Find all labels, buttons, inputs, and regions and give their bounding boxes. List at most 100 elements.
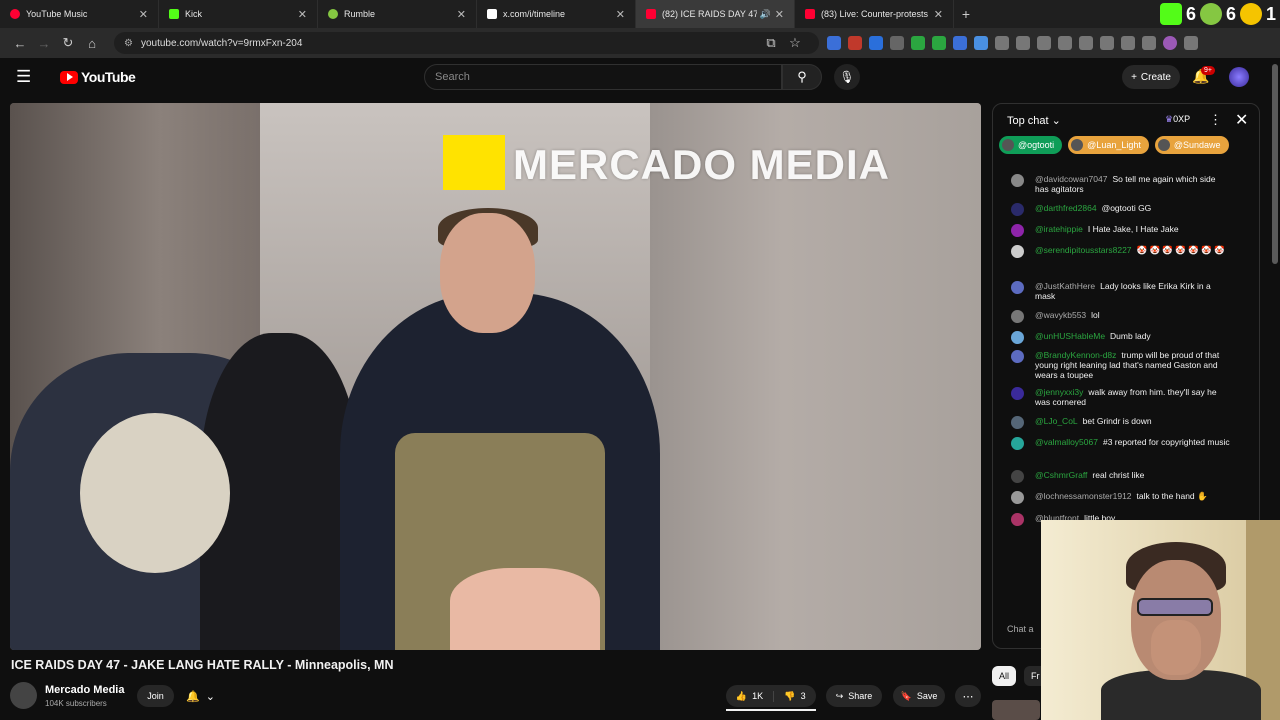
chat-username[interactable]: @jennyxxi3y: [1035, 387, 1083, 397]
tab-ice-raids-video[interactable]: (82) ICE RAIDS DAY 47 - JA🔊 ✕: [636, 0, 795, 28]
pinned-user[interactable]: @ogtooti: [999, 136, 1063, 154]
extension-icon[interactable]: [1142, 36, 1156, 50]
close-tab-icon[interactable]: ✕: [775, 8, 784, 21]
join-button[interactable]: Join: [137, 685, 174, 707]
video-title: ICE RAIDS DAY 47 - JAKE LANG HATE RALLY …: [11, 658, 394, 672]
subscription-bell-button[interactable]: 🔔 ⌄: [186, 685, 228, 707]
chat-username[interactable]: @CshmrGraff: [1035, 470, 1087, 480]
more-horizontal-icon: ⋯: [962, 690, 974, 703]
menu-icon[interactable]: [1184, 36, 1198, 50]
new-tab-button[interactable]: +: [954, 6, 978, 22]
chat-username[interactable]: @BrandyKennon-d8z: [1035, 350, 1116, 360]
url-field[interactable]: ⚙ youtube.com/watch?v=9rmxFxn-204: [114, 32, 819, 54]
tab-youtube-music[interactable]: YouTube Music ✕: [0, 0, 159, 28]
tab-x-timeline[interactable]: x.com/i/timeline ✕: [477, 0, 636, 28]
scrollbar-thumb[interactable]: [1272, 64, 1278, 264]
chat-message: @iratehippie I Hate Jake, I Hate Jake: [1011, 224, 1231, 237]
tab-title: (82) ICE RAIDS DAY 47 - JA: [662, 9, 757, 19]
extension-icon[interactable]: [953, 36, 967, 50]
chat-username[interactable]: @darthfred2864: [1035, 203, 1097, 213]
channel-avatar[interactable]: [10, 682, 37, 709]
recommended-video-thumbnail[interactable]: [992, 700, 1040, 720]
dislike-button[interactable]: 👎 3: [774, 691, 816, 702]
webcam-hand: [1151, 620, 1201, 675]
like-count: 1K: [752, 691, 764, 701]
speaker-icon[interactable]: 🔊: [760, 9, 771, 20]
close-tab-icon[interactable]: ✕: [139, 8, 148, 21]
chat-input[interactable]: Chat a: [1007, 624, 1034, 634]
extension-icon[interactable]: [974, 36, 988, 50]
close-tab-icon[interactable]: ✕: [616, 8, 625, 21]
close-tab-icon[interactable]: ✕: [934, 8, 943, 21]
create-label: Create: [1140, 71, 1171, 83]
close-tab-icon[interactable]: ✕: [457, 8, 466, 21]
filter-chip-all[interactable]: All: [992, 666, 1016, 686]
chat-message: @BrandyKennon-d8z trump will be proud of …: [1011, 350, 1231, 380]
profile-icon[interactable]: [1163, 36, 1177, 50]
extension-icon[interactable]: [827, 36, 841, 50]
video-scene-hood: [80, 413, 230, 573]
youtube-logo[interactable]: YouTube: [60, 69, 136, 85]
extension-icon[interactable]: [932, 36, 946, 50]
chat-username[interactable]: @iratehippie: [1035, 224, 1083, 234]
video-player[interactable]: MERCADO MEDIA: [10, 103, 981, 650]
pinned-user[interactable]: @Sundawe: [1154, 136, 1229, 154]
chat-username[interactable]: @valmalloy5067: [1035, 437, 1098, 447]
more-options-icon[interactable]: ⋮: [1209, 112, 1222, 128]
share-button[interactable]: ↪ Share: [826, 685, 882, 707]
reload-icon[interactable]: ↻: [56, 35, 80, 51]
chat-username[interactable]: @davidcowan7047: [1035, 174, 1107, 184]
user-avatar: [1011, 437, 1024, 450]
extension-icon[interactable]: [995, 36, 1009, 50]
home-icon[interactable]: ⌂: [80, 36, 104, 51]
url-text: youtube.com/watch?v=9rmxFxn-204: [140, 37, 303, 49]
chat-mode-dropdown[interactable]: Top chat ⌄: [1007, 114, 1061, 127]
close-chat-icon[interactable]: ✕: [1235, 110, 1248, 130]
chat-username[interactable]: @LJo_CoL: [1035, 416, 1078, 426]
tab-title: Kick: [185, 9, 203, 19]
chat-username[interactable]: @lochnessamonster1912: [1035, 491, 1132, 501]
extension-icon[interactable]: [1121, 36, 1135, 50]
chat-text: talk to the hand ✋: [1136, 491, 1208, 501]
bell-icon: 🔔: [186, 690, 200, 703]
history-icon[interactable]: [1037, 36, 1051, 50]
like-button[interactable]: 👍 1K: [726, 690, 774, 702]
voice-search-button[interactable]: 🎙: [834, 64, 860, 90]
chat-username[interactable]: @serendipitousstars8227: [1035, 245, 1132, 255]
youtube-music-favicon-icon: [10, 9, 20, 19]
search-input[interactable]: Search: [424, 64, 782, 90]
extension-icon[interactable]: [1100, 36, 1114, 50]
chat-message: @LJo_CoL bet Grindr is down: [1011, 416, 1231, 429]
extension-icon[interactable]: [1016, 36, 1030, 50]
install-icon[interactable]: ⧉: [759, 35, 783, 51]
extension-icon[interactable]: [869, 36, 883, 50]
chat-username[interactable]: @JustKathHere: [1035, 281, 1095, 291]
hamburger-menu-icon[interactable]: ☰: [16, 67, 36, 87]
back-icon[interactable]: ←: [8, 36, 32, 51]
chat-username[interactable]: @unHUSHableMe: [1035, 331, 1105, 341]
extension-icon[interactable]: [1058, 36, 1072, 50]
tab-kick[interactable]: Kick ✕: [159, 0, 318, 28]
search-button[interactable]: ⚲: [782, 64, 822, 90]
channel-name[interactable]: Mercado Media: [45, 684, 124, 696]
xp-badge[interactable]: ♛0XP: [1165, 114, 1190, 125]
extension-icon[interactable]: [890, 36, 904, 50]
tab-rumble[interactable]: Rumble ✕: [318, 0, 477, 28]
site-info-icon[interactable]: ⚙: [124, 38, 133, 49]
create-button[interactable]: + Create: [1122, 65, 1180, 89]
close-tab-icon[interactable]: ✕: [298, 8, 307, 21]
extension-icon[interactable]: [848, 36, 862, 50]
save-button[interactable]: 🔖 Save: [893, 685, 945, 707]
tab-title: YouTube Music: [26, 9, 88, 19]
extension-icon[interactable]: [911, 36, 925, 50]
bookmark-star-icon[interactable]: ☆: [783, 35, 807, 51]
pinned-user[interactable]: @Luan_Light: [1068, 136, 1149, 154]
tab-live-counter-protests[interactable]: (83) Live: Counter-protests and ✕: [795, 0, 954, 28]
account-avatar[interactable]: [1229, 67, 1249, 87]
devtools-icon[interactable]: [1079, 36, 1093, 50]
chat-username[interactable]: @wavykb553: [1035, 310, 1086, 320]
user-avatar: [1157, 139, 1170, 151]
forward-icon[interactable]: →: [32, 36, 56, 51]
more-actions-button[interactable]: ⋯: [955, 685, 981, 707]
watermark-logo-square: [443, 135, 505, 190]
